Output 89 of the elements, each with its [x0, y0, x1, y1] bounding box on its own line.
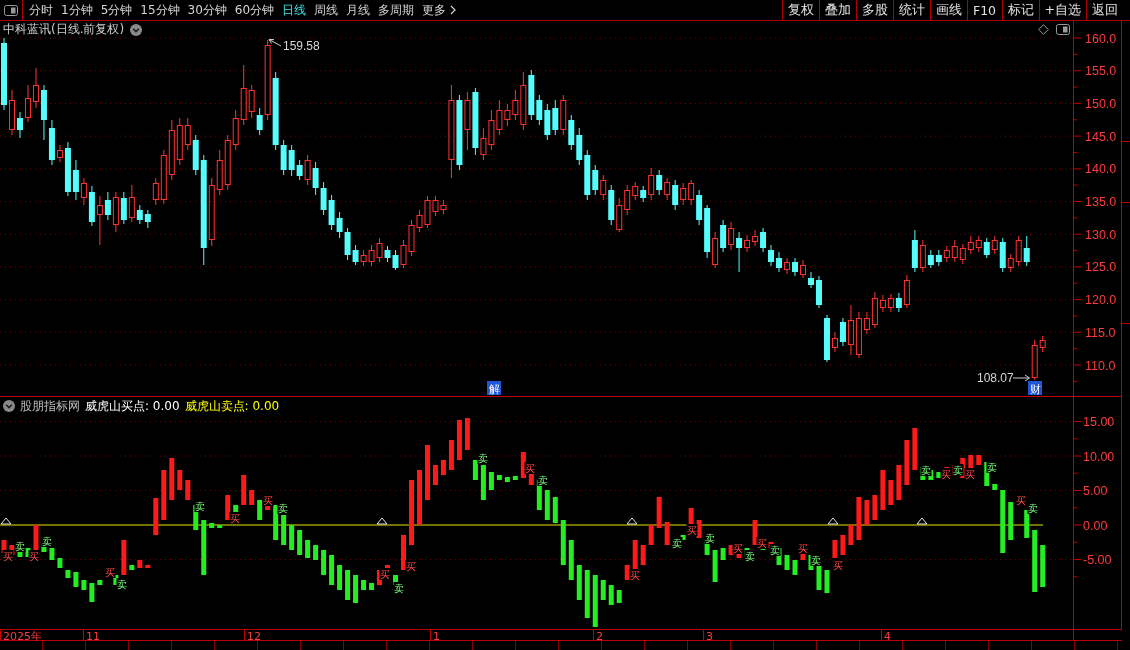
triangle-marker-icon — [916, 517, 928, 525]
period-tab[interactable]: 60分钟 — [234, 2, 275, 18]
period-tab[interactable]: 30分钟 — [187, 2, 227, 18]
period-tab[interactable]: 周线 — [314, 2, 339, 18]
buy-signal-label: 买 — [524, 462, 536, 474]
price-axis-label: 125.0 — [1085, 260, 1117, 275]
sell-signal-label: 卖 — [393, 582, 405, 594]
date-axis-label: 1 — [433, 629, 440, 641]
date-axis-label: 2 — [596, 629, 603, 641]
high-price-label: 159.58 — [283, 39, 320, 53]
sell-signal-label: 卖 — [194, 500, 206, 512]
sell-signal-label: 卖 — [477, 452, 489, 464]
sell-signal-label: 卖 — [810, 554, 822, 566]
sell-signal-label: 卖 — [537, 474, 549, 486]
period-tab[interactable]: 月线 — [346, 2, 371, 18]
chart-title: 中科蓝讯(日线.前复权) — [3, 22, 125, 37]
indicator-axis-label: 15.00 — [1083, 415, 1115, 429]
sell-signal-label: 卖 — [986, 461, 998, 473]
buy-signal-label: 买 — [104, 566, 116, 578]
price-axis-label: 135.0 — [1085, 195, 1117, 209]
sell-signal-label: 卖 — [116, 578, 128, 590]
price-axis-label: 140.0 — [1085, 162, 1117, 177]
price-axis-label: 160.0 — [1085, 31, 1117, 46]
buy-signal-label: 买 — [28, 550, 40, 562]
leader-arrow — [1012, 374, 1030, 382]
buy-signal-label: 买 — [797, 542, 809, 554]
buy-signal-label: 买 — [732, 542, 744, 554]
sell-signal-label: 卖 — [920, 464, 932, 476]
buy-signal-label: 买 — [940, 468, 952, 480]
price-axis-label: 155.0 — [1085, 64, 1117, 79]
diamond-icon[interactable] — [1038, 24, 1049, 35]
sell-signal-label: 卖 — [1027, 502, 1039, 514]
period-tab[interactable]: 分时 — [29, 2, 53, 18]
dropdown-icon[interactable] — [3, 400, 15, 412]
period-tab[interactable]: 1分钟 — [61, 2, 93, 18]
buy-signal-label: 买 — [964, 468, 976, 480]
event-marker[interactable]: 财 — [1028, 381, 1042, 396]
price-axis-label: 110.0 — [1085, 358, 1116, 373]
price-axis-label: 115.0 — [1085, 325, 1116, 340]
indicator-axis-label: 0.00 — [1083, 518, 1108, 533]
panel-toggle-icon[interactable] — [1056, 24, 1070, 35]
indicator-source: 股朋指标网 — [20, 399, 80, 413]
price-axis-label: 145.0 — [1085, 129, 1117, 144]
triangle-marker-icon — [827, 517, 839, 525]
triangle-marker-icon — [626, 517, 638, 525]
price-axis-label: 120.0 — [1085, 293, 1117, 308]
buy-signal-label: 买 — [629, 569, 641, 581]
buy-signal-label: 买 — [832, 559, 844, 571]
sell-signal-label: 卖 — [14, 540, 26, 552]
sell-signal-label: 卖 — [744, 550, 756, 562]
buy-signal-label: 买 — [262, 494, 274, 506]
more-button[interactable]: 更多 — [422, 2, 457, 18]
buy-signal-label: 买 — [379, 568, 391, 580]
buy-signal-label: 买 — [686, 524, 698, 536]
panel-toggle-icon[interactable] — [4, 4, 18, 16]
leader-arrow — [268, 39, 282, 47]
period-tab[interactable]: 15分钟 — [140, 2, 180, 18]
sell-signal-label: 卖 — [671, 537, 683, 549]
sell-signal-label: 卖 — [769, 544, 781, 556]
sell-signal-label: 卖 — [277, 502, 289, 514]
date-axis-label: 4 — [884, 629, 891, 641]
buy-signal-label: 买 — [229, 512, 241, 524]
buy-signal-label: 买 — [756, 537, 768, 549]
buy-signal-label: 买 — [1015, 494, 1027, 506]
period-tab[interactable]: 5分钟 — [100, 2, 133, 18]
date-axis-label: 11 — [86, 629, 100, 641]
sell-signal-label: 卖 — [704, 532, 716, 544]
triangle-marker-icon — [376, 517, 388, 525]
price-axis-label: 150.0 — [1085, 96, 1117, 111]
low-price-label: 108.07 — [977, 371, 1014, 385]
sell-signal-label: 卖 — [952, 464, 964, 476]
indicator-axis-label: 10.00 — [1083, 449, 1115, 464]
date-axis-label: 12 — [247, 629, 261, 641]
period-tab[interactable]: 日线 — [282, 2, 307, 18]
indicator-reading: 威虎山买点: 0.00 — [85, 399, 180, 413]
period-tab[interactable]: 多周期 — [378, 2, 415, 18]
triangle-marker-icon — [0, 517, 12, 525]
chevron-right-icon — [450, 5, 457, 15]
dropdown-icon[interactable] — [130, 23, 143, 36]
indicator-axis-label: 5.00 — [1083, 484, 1108, 498]
buy-signal-label: 买 — [405, 560, 417, 572]
event-marker[interactable]: 解 — [487, 381, 501, 396]
date-axis-label: 3 — [706, 629, 713, 641]
buy-signal-label: 买 — [2, 550, 14, 562]
indicator-axis-label: -5.00 — [1083, 553, 1112, 567]
indicator-reading: 威虎山卖点: 0.00 — [184, 399, 280, 413]
date-axis-label: 2025年 — [3, 629, 42, 641]
sell-signal-label: 卖 — [41, 535, 53, 547]
price-axis-label: 130.0 — [1085, 227, 1117, 242]
